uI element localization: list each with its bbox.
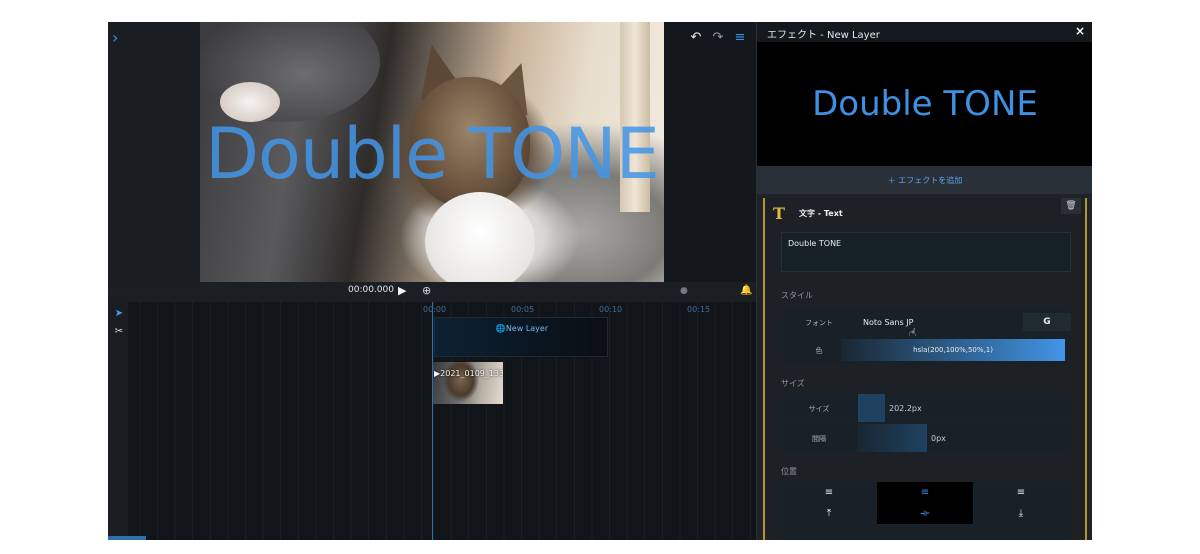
effect-preview: Double TONE	[757, 42, 1092, 166]
spacing-value: 0px	[931, 434, 946, 443]
style-section-label: スタイル	[781, 291, 813, 300]
size-row[interactable]: サイズ 202.2px	[781, 394, 1071, 422]
redo-icon[interactable]: ↷	[710, 30, 726, 46]
menu-icon[interactable]: ≡	[732, 30, 748, 46]
editor-window: › Double TONE ↶ ↷ ≡ 00:00.000 ▶ ⊕ ● 🔔 ➤ …	[108, 22, 1092, 540]
timeline-tool-rail: ➤ ✂	[108, 302, 128, 540]
text-icon: T	[773, 204, 785, 223]
font-row[interactable]: フォント Noto Sans JP G ☝	[781, 308, 1071, 340]
size-section-label: サイズ	[781, 379, 805, 388]
add-effect-bar: ＋ エフェクトを追加	[757, 166, 1092, 194]
effect-preview-text: Double TONE	[812, 84, 1038, 124]
bell-icon[interactable]: 🔔	[740, 285, 752, 296]
panel-header: エフェクト - New Layer ×	[757, 22, 1092, 42]
ruler-label: 00:10	[599, 305, 623, 314]
alignment-grid: ≡ ≡ ≡ ⤒ ⟛ ⤓	[781, 482, 1071, 540]
panel-title: エフェクト - New Layer	[767, 30, 880, 41]
playback-bar: 00:00.000 ▶ ⊕ ● 🔔	[108, 282, 756, 302]
timeline: ➤ ✂ 00:00 00:05 00:10 00:15 🌐New Layer ▶…	[108, 302, 756, 540]
color-row[interactable]: 色 hsla(200,100%,50%,1)	[781, 336, 1071, 364]
grid-icon[interactable]: ⊕	[422, 284, 431, 297]
position-section-label: 位置	[781, 467, 797, 476]
font-label: フォント	[805, 319, 833, 327]
undo-icon[interactable]: ↶	[688, 30, 704, 46]
add-effect-button[interactable]: ＋ エフェクトを追加	[757, 175, 1092, 186]
preview-overlay-text[interactable]: Double TONE	[200, 114, 664, 194]
preview-area: › Double TONE ↶ ↷ ≡	[108, 22, 756, 282]
font-value: Noto Sans JP	[863, 318, 914, 327]
align-middle-icon[interactable]: ⟛	[877, 503, 973, 524]
scissors-icon[interactable]: ✂	[111, 324, 127, 340]
card-title: 文字 - Text	[799, 209, 843, 218]
size-slider-fill[interactable]	[857, 394, 885, 422]
spacing-label: 間隔	[812, 435, 826, 443]
align-bottom-icon[interactable]: ⤓	[973, 503, 1069, 524]
chevron-right-icon[interactable]: ›	[112, 30, 126, 46]
align-top-icon[interactable]: ⤒	[781, 503, 877, 524]
timeline-clip-video[interactable]: ▶2021_0109_133	[433, 362, 503, 404]
effect-panel: エフェクト - New Layer × Double TONE ＋ エフェクトを…	[756, 22, 1092, 540]
left-rail: ›	[108, 22, 200, 282]
ruler-label: 00:15	[687, 305, 711, 314]
size-label: サイズ	[808, 405, 830, 413]
play-icon[interactable]: ▶	[398, 284, 406, 297]
timeline-scrollbar[interactable]	[108, 536, 146, 540]
preview-image-chest	[425, 192, 535, 282]
text-content-field[interactable]: Double TONE	[781, 232, 1071, 272]
text-effect-card: T 文字 - Text 🗑 Double TONE スタイル フォント Noto…	[763, 198, 1087, 540]
playhead[interactable]	[432, 302, 433, 540]
color-value: hsla(200,100%,50%,1)	[913, 346, 993, 354]
google-fonts-button[interactable]: G	[1023, 313, 1071, 331]
text-content-value: Double TONE	[788, 239, 842, 248]
trash-icon[interactable]: 🗑	[1061, 198, 1081, 214]
align-center-icon[interactable]: ≡	[877, 482, 973, 503]
preview-canvas[interactable]: Double TONE	[200, 22, 664, 282]
align-right-icon[interactable]: ≡	[973, 482, 1069, 503]
timeline-clip-text-layer[interactable]: 🌐New Layer	[434, 317, 608, 357]
spacing-row[interactable]: 間隔 0px	[781, 424, 1071, 452]
top-toolbar: ↶ ↷ ≡	[688, 30, 750, 46]
clip-label: 🌐New Layer	[495, 324, 549, 333]
select-icon[interactable]: ➤	[111, 306, 127, 322]
ruler-label: 00:05	[511, 305, 535, 314]
left-pane: › Double TONE ↶ ↷ ≡ 00:00.000 ▶ ⊕ ● 🔔 ➤ …	[108, 22, 756, 540]
clip-label: ▶2021_0109_133	[434, 369, 503, 378]
size-value: 202.2px	[889, 404, 922, 413]
drop-icon[interactable]: ●	[680, 286, 688, 296]
ruler-label: 00:00	[423, 305, 447, 314]
spacing-slider-fill[interactable]	[857, 424, 927, 452]
close-icon[interactable]: ×	[1075, 24, 1085, 38]
align-left-icon[interactable]: ≡	[781, 482, 877, 503]
timecode: 00:00.000	[348, 285, 394, 295]
